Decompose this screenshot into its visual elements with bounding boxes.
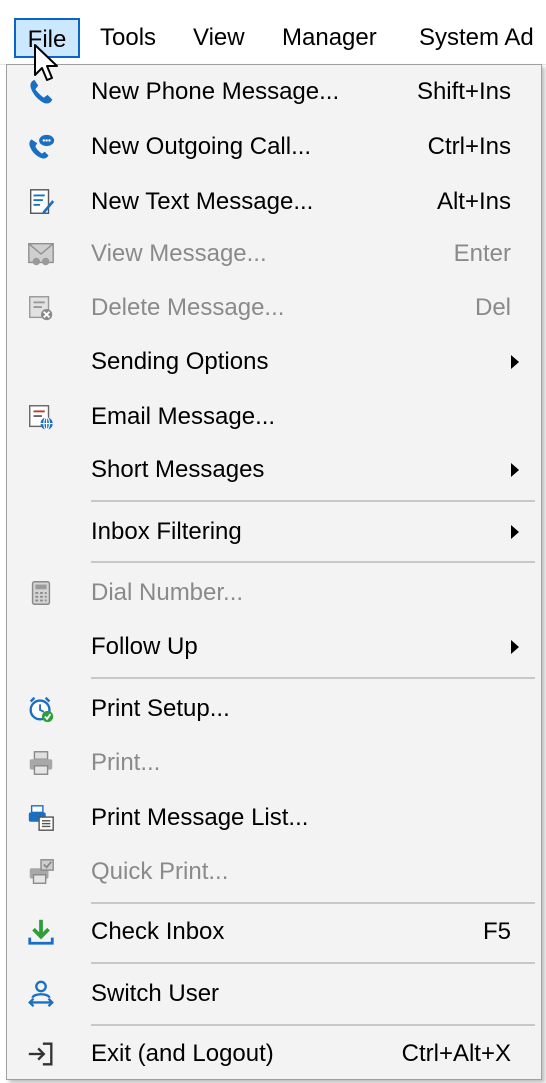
menu-item-label: Email Message... [91, 403, 276, 430]
menu-item-label: Switch User [91, 980, 220, 1007]
menu-item-inbox-filtering[interactable]: Inbox Filtering [7, 505, 541, 559]
menu-separator [91, 500, 535, 502]
menu-item-view-message[interactable]: View Message... Enter [7, 227, 541, 281]
menu-item-label: Print Message List... [91, 804, 309, 831]
menu-tools[interactable]: Tools [100, 18, 156, 58]
menu-item-label: New Phone Message... [91, 78, 340, 105]
menu-item-shortcut: Alt+Ins [436, 188, 511, 215]
menu-item-follow-up[interactable]: Follow Up [7, 620, 541, 674]
menu-item-shortcut: Del [474, 294, 511, 321]
menu-item-label: Quick Print... [91, 858, 229, 885]
menu-item-sending-options[interactable]: Sending Options [7, 335, 541, 389]
menu-manager[interactable]: Manager [282, 18, 377, 58]
menu-item-shortcut: Enter [453, 240, 511, 267]
menu-item-label: View Message... [91, 240, 267, 267]
alarm-clock-icon [25, 693, 57, 725]
delete-message-icon [25, 292, 57, 324]
submenu-arrow-icon [511, 525, 519, 539]
menu-item-email-message[interactable]: Email Message... [7, 390, 541, 444]
menu-item-label: Sending Options [91, 348, 269, 375]
menu-item-label: Dial Number... [91, 579, 244, 606]
menu-item-new-phone-message[interactable]: New Phone Message... Shift+Ins [7, 65, 541, 119]
menu-item-dial-number[interactable]: Dial Number... [7, 566, 541, 620]
menu-separator [91, 962, 535, 964]
printer-icon [25, 747, 57, 779]
menu-item-shortcut: F5 [482, 918, 511, 945]
menu-item-delete-message[interactable]: Delete Message... Del [7, 281, 541, 335]
menu-item-label: New Outgoing Call... [91, 133, 312, 160]
menu-item-shortcut: Ctrl+Alt+X [401, 1040, 511, 1067]
menu-separator [91, 677, 535, 679]
submenu-arrow-icon [511, 463, 519, 477]
menu-item-label: Check Inbox [91, 918, 225, 945]
menu-item-switch-user[interactable]: Switch User [7, 967, 541, 1021]
menu-item-label: Print... [91, 749, 161, 776]
file-dropdown-menu: New Phone Message... Shift+Ins New Outgo… [6, 64, 542, 1080]
submenu-arrow-icon [511, 640, 519, 654]
outgoing-call-icon [25, 131, 57, 163]
email-message-icon [25, 401, 57, 433]
menu-separator [91, 1024, 535, 1026]
mouse-cursor-icon [34, 44, 58, 81]
menu-item-print[interactable]: Print... [7, 736, 541, 790]
print-list-icon [25, 802, 57, 834]
quick-print-icon [25, 856, 57, 888]
submenu-arrow-icon [511, 355, 519, 369]
menu-item-label: Exit (and Logout) [91, 1040, 274, 1067]
menu-item-shortcut: Shift+Ins [416, 78, 511, 105]
menu-view[interactable]: View [193, 18, 245, 58]
switch-user-icon [25, 978, 57, 1010]
menu-bar: File Tools View Manager System Ad [0, 0, 546, 65]
menu-item-label: Delete Message... [91, 294, 285, 321]
menu-separator [91, 902, 535, 904]
download-icon [25, 916, 57, 948]
menu-item-new-text-message[interactable]: New Text Message... Alt+Ins [7, 175, 541, 229]
menu-item-short-messages[interactable]: Short Messages [7, 443, 541, 497]
menu-item-new-outgoing-call[interactable]: New Outgoing Call... Ctrl+Ins [7, 120, 541, 174]
menu-item-shortcut: Ctrl+Ins [427, 133, 511, 160]
menu-separator [91, 561, 535, 563]
menu-item-label: Short Messages [91, 456, 265, 483]
text-message-icon [25, 186, 57, 218]
menu-item-label: Follow Up [91, 633, 198, 660]
menu-item-exit[interactable]: Exit (and Logout) Ctrl+Alt+X [7, 1027, 541, 1081]
menu-item-quick-print[interactable]: Quick Print... [7, 845, 541, 899]
dial-pad-icon [25, 577, 57, 609]
menu-item-print-message-list[interactable]: Print Message List... [7, 791, 541, 845]
view-message-icon [25, 238, 57, 270]
menu-item-label: New Text Message... [91, 188, 314, 215]
menu-item-label: Inbox Filtering [91, 518, 242, 545]
exit-icon [25, 1038, 57, 1070]
menu-item-label: Print Setup... [91, 695, 230, 722]
menu-system-admin[interactable]: System Ad [419, 18, 534, 58]
menu-item-print-setup[interactable]: Print Setup... [7, 682, 541, 736]
menu-item-check-inbox[interactable]: Check Inbox F5 [7, 905, 541, 959]
